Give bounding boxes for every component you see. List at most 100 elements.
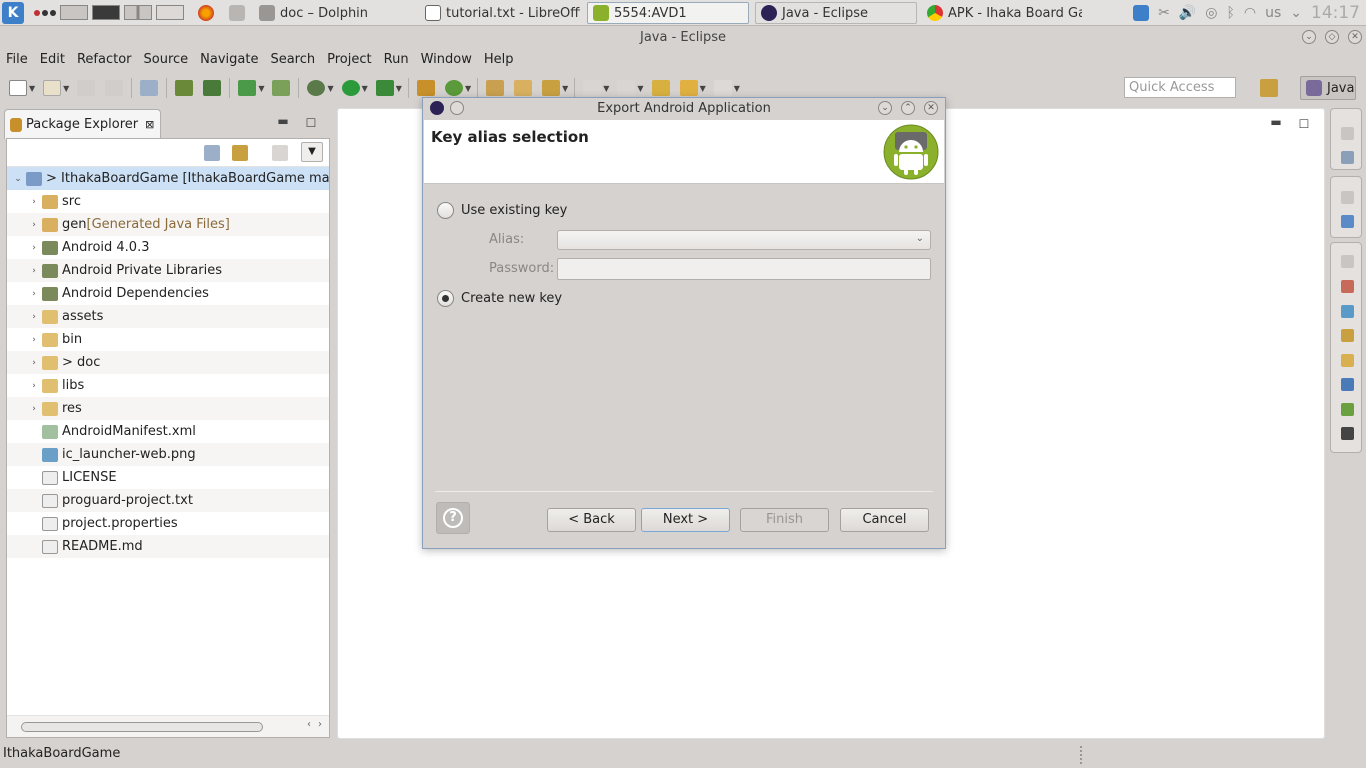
back-dropdown-icon[interactable]: ▼ <box>700 84 706 93</box>
create-new-key-radio[interactable] <box>437 290 454 307</box>
close-tab-icon[interactable]: ⊠ <box>145 118 154 131</box>
chevron-right-icon[interactable]: › <box>29 243 39 253</box>
horizontal-scrollbar[interactable]: ‹ › <box>7 715 329 737</box>
save-icon[interactable] <box>77 80 96 96</box>
use-existing-key-radio[interactable] <box>437 202 454 219</box>
chevron-right-icon[interactable]: › <box>29 358 39 368</box>
tree-item[interactable]: README.md <box>7 535 329 558</box>
task-libreoffice[interactable]: tutorial.txt - LibreOffic <box>420 2 580 24</box>
use-existing-key-option[interactable]: Use existing key <box>437 202 567 219</box>
tree-item[interactable]: › res <box>7 397 329 420</box>
menu-search[interactable]: Search <box>264 52 321 67</box>
last-edit-location-icon[interactable] <box>651 80 670 96</box>
collapse-all-icon[interactable] <box>204 145 220 161</box>
minimize-button[interactable]: ⌄ <box>1302 30 1316 44</box>
previous-annotation-icon[interactable] <box>617 80 636 96</box>
password-input[interactable] <box>557 258 931 280</box>
tree-item[interactable]: › assets <box>7 305 329 328</box>
tree-item[interactable]: › Android Dependencies <box>7 282 329 305</box>
logcat-icon[interactable] <box>1341 403 1354 416</box>
quick-access-input[interactable]: Quick Access <box>1124 77 1236 98</box>
restore-icon[interactable] <box>1341 127 1354 140</box>
tree-item[interactable]: › gen [Generated Java Files] <box>7 213 329 236</box>
editor-maximize-icon[interactable]: ☐ <box>1296 117 1312 133</box>
next-annotation-dropdown-icon[interactable]: ▼ <box>603 84 609 93</box>
scrollbar-thumb[interactable] <box>21 722 263 732</box>
maximize-button[interactable]: ◇ <box>1325 30 1339 44</box>
cancel-button[interactable]: Cancel <box>840 508 929 532</box>
tree-item[interactable]: › Android Private Libraries <box>7 259 329 282</box>
klipper-icon[interactable] <box>1133 5 1150 21</box>
run-icon[interactable] <box>341 80 360 96</box>
lint-check-icon[interactable] <box>238 80 257 96</box>
debug-dropdown-icon[interactable]: ▼ <box>327 84 333 93</box>
android-avd-manager-icon[interactable] <box>203 80 222 96</box>
editor-minimize-icon[interactable]: ▬ <box>1268 115 1284 131</box>
firefox-icon[interactable] <box>198 5 214 21</box>
debug-icon[interactable] <box>307 80 326 96</box>
task-chrome[interactable]: APK - Ihaka Board Gam <box>922 2 1082 24</box>
tree-item[interactable]: › Android 4.0.3 <box>7 236 329 259</box>
scroll-right-icon[interactable]: › <box>318 719 322 730</box>
volume-icon[interactable]: 🔊 <box>1179 5 1196 21</box>
close-button[interactable]: ✕ <box>1348 30 1362 44</box>
open-type-icon[interactable] <box>486 80 505 96</box>
activities-icon[interactable] <box>34 9 56 16</box>
menu-project[interactable]: Project <box>321 52 377 67</box>
desktop-1-pager[interactable] <box>60 5 88 20</box>
chevron-right-icon[interactable]: › <box>29 266 39 276</box>
run-external-icon[interactable] <box>375 80 394 96</box>
tree-item[interactable]: › bin <box>7 328 329 351</box>
chevron-right-icon[interactable]: › <box>29 289 39 299</box>
menu-help[interactable]: Help <box>478 52 520 67</box>
back-icon[interactable] <box>679 80 698 96</box>
problems-icon[interactable] <box>1341 280 1354 293</box>
dialog-maximize-button[interactable]: ⌃ <box>901 101 915 115</box>
task-eclipse[interactable]: Java - Eclipse <box>755 2 917 24</box>
new-package-icon[interactable] <box>416 80 435 96</box>
tree-item[interactable]: project.properties <box>7 512 329 535</box>
create-new-key-option[interactable]: Create new key <box>437 290 562 307</box>
maximize-view-icon[interactable]: ☐ <box>303 116 319 132</box>
chevron-down-icon[interactable]: ⌄ <box>13 174 23 184</box>
finish-button[interactable]: Finish <box>740 508 829 532</box>
view-menu-icon[interactable]: ▼ <box>301 142 323 162</box>
desktop-4-pager[interactable] <box>156 5 184 20</box>
javadoc-icon[interactable] <box>1341 305 1354 318</box>
desktop-2-pager[interactable] <box>92 5 120 20</box>
menu-run[interactable]: Run <box>378 52 415 67</box>
tree-item[interactable]: AndroidManifest.xml <box>7 420 329 443</box>
skip-breakpoints-icon[interactable] <box>140 80 159 96</box>
minimize-view-icon[interactable]: ▬ <box>275 114 291 130</box>
alias-dropdown[interactable]: ⌄ <box>557 230 931 250</box>
menu-source[interactable]: Source <box>138 52 195 67</box>
tree-item[interactable]: LICENSE <box>7 466 329 489</box>
console-icon[interactable] <box>1341 378 1354 391</box>
task-emulator[interactable]: 5554:AVD1 <box>587 2 749 24</box>
open-perspective-icon[interactable] <box>1260 79 1278 97</box>
kde-menu-icon[interactable]: K <box>2 1 24 24</box>
search-view-icon[interactable] <box>1341 354 1354 367</box>
menu-edit[interactable]: Edit <box>34 52 71 67</box>
task-dolphin[interactable]: doc – Dolphin <box>254 2 414 24</box>
back-button[interactable]: < Back <box>547 508 636 532</box>
menu-navigate[interactable]: Navigate <box>194 52 264 67</box>
link-with-editor-icon[interactable] <box>232 145 248 161</box>
chevron-right-icon[interactable]: › <box>29 220 39 230</box>
save-all-icon[interactable] <box>105 80 124 96</box>
outline-icon[interactable] <box>1341 151 1354 164</box>
lint-dropdown-icon[interactable]: ▼ <box>258 84 264 93</box>
forward-dropdown-icon[interactable]: ▼ <box>734 84 740 93</box>
bluetooth-icon[interactable]: ᛒ <box>1226 5 1234 21</box>
previous-annotation-dropdown-icon[interactable]: ▼ <box>637 84 643 93</box>
package-explorer-tab[interactable]: Package Explorer ⊠ <box>4 109 161 139</box>
menu-file[interactable]: File <box>0 52 34 67</box>
new-android-project-icon[interactable] <box>272 80 291 96</box>
dialog-minimize-button[interactable]: ⌄ <box>878 101 892 115</box>
chevron-right-icon[interactable]: › <box>29 381 39 391</box>
new-wizard-dropdown-icon[interactable]: ▼ <box>63 84 69 93</box>
chevron-right-icon[interactable]: › <box>29 197 39 207</box>
tree-item[interactable]: ic_launcher-web.png <box>7 443 329 466</box>
keyboard-layout[interactable]: us <box>1265 5 1281 21</box>
menu-refactor[interactable]: Refactor <box>71 52 138 67</box>
